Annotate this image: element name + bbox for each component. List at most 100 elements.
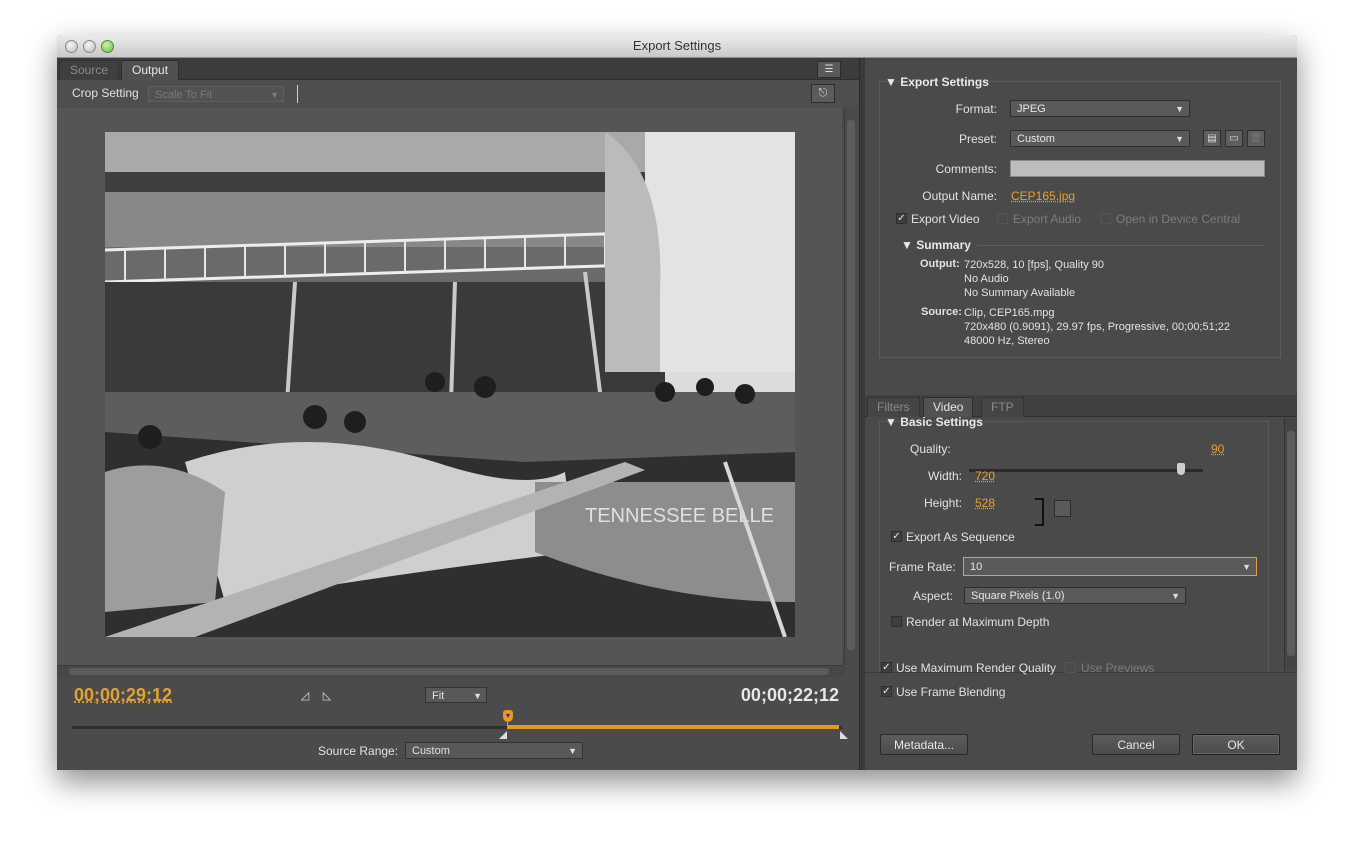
crop-tool-icon[interactable]: ⎋	[811, 84, 835, 103]
export-settings-window: Export Settings Source Output ☰ Crop Set…	[57, 35, 1297, 770]
range-start-handle-icon[interactable]	[499, 731, 507, 739]
tab-output[interactable]: Output	[121, 60, 180, 80]
format-select[interactable]: JPEG ▼	[1010, 100, 1190, 117]
height-value[interactable]: 528	[975, 496, 995, 510]
source-range-value: Custom	[412, 745, 450, 757]
work-area-range[interactable]	[507, 725, 839, 729]
use-previews-checkbox[interactable]	[1065, 662, 1076, 673]
scrollbar-thumb[interactable]	[69, 668, 829, 675]
preset-label: Preset:	[958, 132, 997, 146]
summary-output-line: No Summary Available	[964, 287, 1076, 299]
format-label: Format:	[955, 102, 997, 116]
video-preview: TENNESSEE BELLE	[57, 108, 842, 665]
zoom-select[interactable]: Fit ▼	[425, 687, 487, 703]
format-value: JPEG	[1017, 103, 1046, 115]
delete-preset-icon[interactable]: 🗑	[1247, 130, 1265, 147]
comments-label: Comments:	[935, 162, 997, 176]
crop-setting-select[interactable]: Scale To Fit ▼	[148, 86, 284, 102]
open-device-central-checkbox[interactable]	[1100, 213, 1111, 224]
constrain-proportions-toggle[interactable]	[1054, 500, 1071, 517]
use-previews-label: Use Previews	[1081, 661, 1155, 675]
preset-select[interactable]: Custom ▼	[1010, 130, 1190, 147]
crop-toolbar: Crop Setting Scale To Fit ▼ ⎋	[57, 80, 859, 108]
set-in-point-icon[interactable]: ◿	[299, 690, 311, 702]
set-out-point-icon[interactable]: ◺	[321, 690, 333, 702]
chevron-down-icon: ▼	[1242, 562, 1251, 572]
frame-blending-checkbox[interactable]: ✓	[881, 686, 892, 697]
summary-source-line: Clip, CEP165.mpg	[964, 307, 1055, 319]
frame-rate-label: Frame Rate:	[889, 560, 956, 574]
aspect-select[interactable]: Square Pixels (1.0) ▼	[964, 587, 1186, 604]
preview-vertical-scrollbar[interactable]	[844, 108, 857, 665]
cancel-button[interactable]: Cancel	[1092, 734, 1180, 755]
tab-filters[interactable]: Filters	[867, 397, 920, 417]
quality-slider-handle[interactable]	[1177, 463, 1185, 475]
preset-value: Custom	[1017, 133, 1055, 145]
height-label: Height:	[924, 496, 963, 510]
preview-horizontal-scrollbar[interactable]	[57, 665, 844, 677]
range-end-handle-icon[interactable]	[840, 731, 848, 739]
export-video-label: Export Video	[911, 212, 980, 226]
frame-rate-value: 10	[970, 561, 983, 573]
summary-output-line: 720x528, 10 [fps], Quality 90	[964, 259, 1105, 271]
summary-heading[interactable]: ▼ Summary	[901, 238, 971, 252]
summary-source-line: 720x480 (0.9091), 29.97 fps, Progressive…	[964, 321, 1231, 333]
summary-source-key: Source:	[921, 306, 962, 318]
tab-source[interactable]: Source	[59, 60, 120, 80]
current-timecode[interactable]: 00;00;29;12	[74, 685, 172, 706]
video-frame-image: TENNESSEE BELLE	[105, 132, 795, 637]
preview-pane: Source Output ☰ Crop Setting Scale To Fi…	[57, 58, 859, 770]
aspect-label: Aspect:	[913, 589, 954, 603]
quality-slider[interactable]	[969, 469, 1203, 472]
render-max-depth-label: Render at Maximum Depth	[906, 615, 1050, 629]
settings-pane: ▼ Export Settings Format: JPEG ▼ Preset:…	[865, 58, 1297, 770]
frame-blending-label: Use Frame Blending	[896, 685, 1006, 699]
export-sequence-label: Export As Sequence	[906, 530, 1015, 544]
comments-field[interactable]	[1010, 160, 1265, 177]
export-audio-label: Export Audio	[1013, 212, 1082, 226]
export-audio-checkbox[interactable]	[997, 213, 1008, 224]
open-device-central-label: Open in Device Central	[1116, 212, 1241, 226]
tab-ftp[interactable]: FTP	[981, 397, 1024, 417]
summary-output-line: No Audio	[964, 273, 1009, 285]
preview-tabs: Source Output ☰	[57, 58, 859, 80]
crop-setting-label: Crop Setting	[72, 86, 139, 100]
chevron-down-icon: ▼	[1175, 104, 1184, 114]
crop-setting-value: Scale To Fit	[155, 89, 213, 101]
chevron-down-icon: ▼	[270, 90, 279, 100]
width-value[interactable]: 720	[975, 469, 995, 483]
basic-settings-heading[interactable]: ▼ Basic Settings	[885, 415, 983, 429]
link-bracket-icon	[1035, 498, 1044, 526]
playhead-icon[interactable]: ▾	[503, 710, 513, 722]
chevron-down-icon: ▼	[568, 746, 577, 756]
title-bar: Export Settings	[57, 35, 1297, 58]
panel-menu-icon[interactable]: ☰	[817, 61, 841, 78]
export-settings-heading[interactable]: ▼ Export Settings	[885, 75, 989, 89]
export-sequence-checkbox[interactable]: ✓	[891, 531, 902, 542]
summary-divider	[977, 245, 1265, 246]
import-preset-icon[interactable]: ▭	[1225, 130, 1243, 147]
duration-timecode: 00;00;22;12	[740, 685, 839, 705]
settings-tabs: Filters Video FTP	[865, 395, 1297, 417]
source-range-label: Source Range:	[318, 744, 399, 758]
frame-rate-select[interactable]: 10 ▼	[963, 557, 1257, 576]
max-render-quality-checkbox[interactable]: ✓	[881, 662, 892, 673]
output-name-label: Output Name:	[922, 189, 997, 203]
output-name-link[interactable]: CEP165.jpg	[1011, 189, 1075, 203]
chevron-down-icon: ▼	[1171, 591, 1180, 601]
export-video-checkbox[interactable]: ✓	[896, 213, 907, 224]
quality-label: Quality:	[910, 442, 951, 456]
aspect-value: Square Pixels (1.0)	[971, 590, 1065, 602]
source-range-select[interactable]: Custom ▼	[405, 742, 583, 759]
scrollbar-thumb[interactable]	[847, 120, 855, 650]
quality-value[interactable]: 90	[1211, 442, 1224, 456]
width-label: Width:	[928, 469, 963, 483]
ok-button[interactable]: OK	[1192, 734, 1280, 755]
scrollbar-thumb[interactable]	[1287, 431, 1295, 656]
save-preset-icon[interactable]: ▤	[1203, 130, 1221, 147]
window-title: Export Settings	[632, 38, 722, 53]
render-max-depth-checkbox[interactable]	[891, 616, 902, 627]
metadata-button[interactable]: Metadata...	[880, 734, 968, 755]
tab-video[interactable]: Video	[923, 397, 974, 417]
settings-scrollbar[interactable]	[1284, 418, 1297, 671]
